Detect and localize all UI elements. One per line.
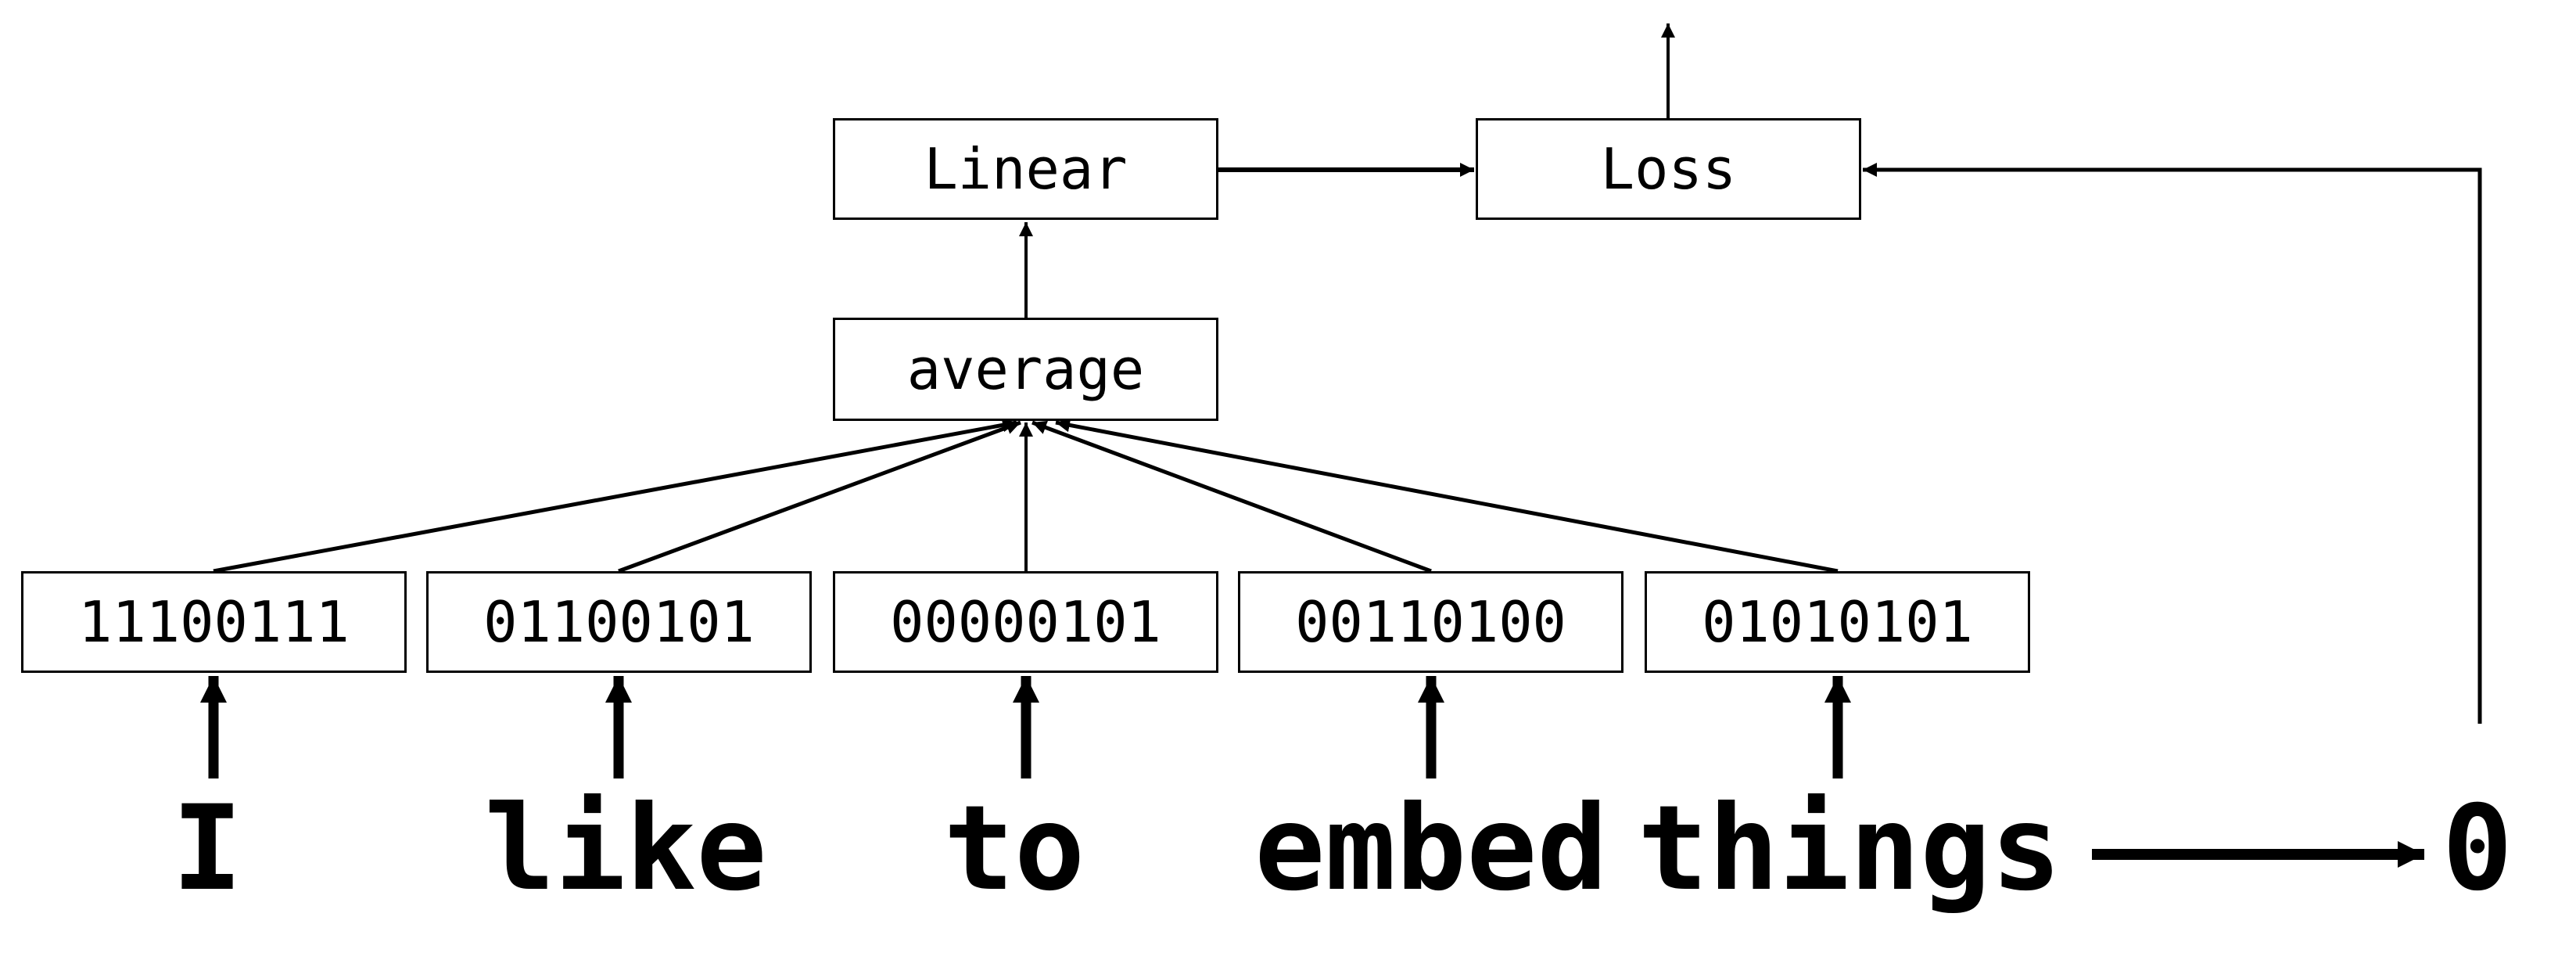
- embed-arrow: [618, 420, 1021, 573]
- linear-label: Linear: [924, 136, 1128, 202]
- target-label: 0: [2441, 781, 2513, 917]
- embed-arrow: [1031, 420, 1432, 573]
- average-node: average: [833, 318, 1218, 421]
- average-label: average: [906, 336, 1145, 402]
- loss-label: Loss: [1600, 136, 1737, 202]
- token-word: to: [943, 781, 1085, 917]
- embedding-to-average-arrows: [213, 418, 1839, 573]
- embed-arrow: [1055, 418, 1839, 573]
- loss-node: Loss: [1476, 118, 1861, 220]
- embedding-bits: 00000101: [890, 589, 1161, 655]
- embedding-node: 01010101: [1645, 571, 2030, 673]
- token-word: embed: [1254, 781, 1608, 917]
- embedding-node: 00000101: [833, 571, 1218, 673]
- embed-arrow: [213, 418, 1017, 573]
- embedding-node: 00110100: [1238, 571, 1623, 673]
- token-arrows: [200, 676, 1851, 778]
- embedding-node: 01100101: [426, 571, 812, 673]
- token-word: I: [171, 781, 243, 917]
- token-word: things: [1638, 781, 2061, 917]
- embedding-bits: 11100111: [78, 589, 350, 655]
- embedding-bits: 01010101: [1702, 589, 1973, 655]
- embedding-node: 11100111: [21, 571, 407, 673]
- linear-node: Linear: [833, 118, 1218, 220]
- token-word: like: [484, 781, 767, 917]
- embedding-bits: 00110100: [1295, 589, 1566, 655]
- embedding-bits: 01100101: [483, 589, 755, 655]
